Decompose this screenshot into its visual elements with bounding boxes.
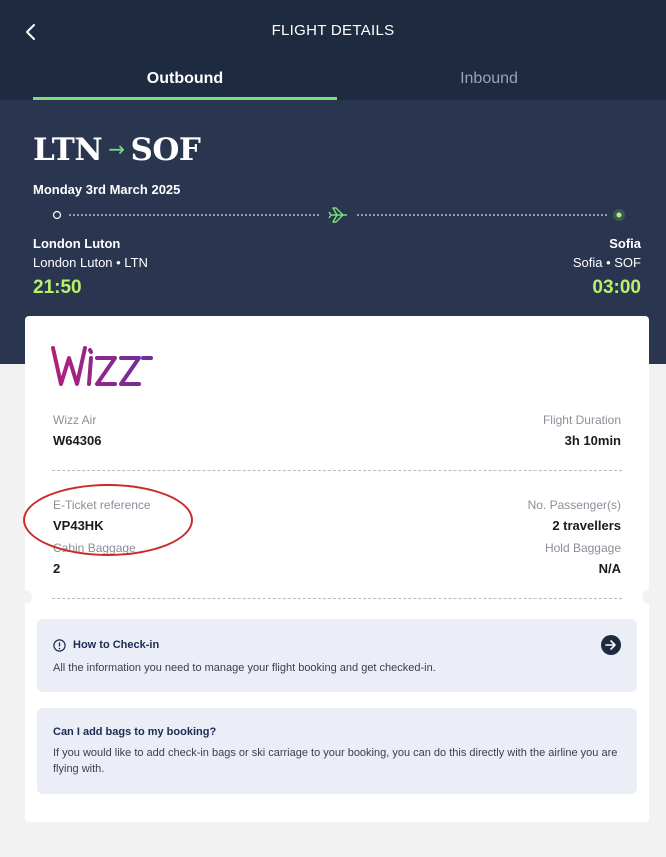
airline-label: Wizz Air bbox=[53, 413, 97, 427]
departure-time: 21:50 bbox=[33, 277, 82, 298]
destination-code: SOF bbox=[130, 132, 201, 168]
tab-inbound[interactable]: Inbound bbox=[337, 70, 641, 88]
flight-track bbox=[52, 207, 625, 223]
ticket-notch-left bbox=[18, 590, 32, 604]
duration-label: Flight Duration bbox=[542, 413, 621, 427]
origin-dot bbox=[52, 210, 62, 220]
info-icon bbox=[53, 639, 66, 652]
checkin-info-panel[interactable]: How to Check-in All the information you … bbox=[37, 619, 637, 692]
airplane-icon bbox=[328, 207, 347, 223]
flight-details-card: Wizz Air W64306 Flight Duration 3h 10min… bbox=[18, 316, 656, 822]
add-bags-panel: Can I add bags to my booking? If you wou… bbox=[37, 708, 637, 794]
app-header: FLIGHT DETAILS Outbound Inbound bbox=[0, 0, 666, 100]
flight-date: Monday 3rd March 2025 bbox=[33, 182, 181, 197]
destination-city: Sofia bbox=[609, 236, 641, 251]
add-bags-text: If you would like to add check-in bags o… bbox=[53, 747, 618, 775]
ticket-divider bbox=[52, 598, 622, 599]
destination-airport: Sofia • SOF bbox=[572, 255, 641, 270]
hold-baggage-label: Hold Baggage bbox=[544, 541, 621, 555]
flight-duration: 3h 10min bbox=[564, 433, 621, 448]
hold-baggage-value: N/A bbox=[598, 561, 621, 576]
ticket-notch-right bbox=[642, 590, 656, 604]
route-heading: LTN → SOF bbox=[33, 132, 201, 168]
passengers-label: No. Passenger(s) bbox=[527, 498, 621, 512]
flight-number: W64306 bbox=[53, 433, 102, 448]
eticket-reference: VP43HK bbox=[53, 518, 104, 533]
add-bags-title: Can I add bags to my booking? bbox=[53, 726, 217, 738]
eticket-label: E-Ticket reference bbox=[53, 498, 151, 512]
cabin-baggage-label: Cabin Baggage bbox=[53, 541, 136, 555]
origin-city: London Luton bbox=[33, 236, 121, 251]
origin-code: LTN bbox=[33, 132, 103, 168]
checkin-title: How to Check-in bbox=[73, 639, 160, 651]
divider bbox=[52, 470, 622, 471]
origin-airport: London Luton • LTN bbox=[33, 255, 148, 270]
page-title: FLIGHT DETAILS bbox=[271, 22, 395, 39]
wizz-air-logo bbox=[51, 346, 153, 386]
destination-dot bbox=[616, 212, 622, 218]
checkin-text: All the information you need to manage y… bbox=[53, 662, 436, 674]
tab-outbound[interactable]: Outbound bbox=[33, 70, 337, 88]
arrival-time: 03:00 bbox=[592, 277, 641, 298]
passenger-count: 2 travellers bbox=[552, 518, 621, 533]
arrow-right-icon[interactable] bbox=[601, 635, 621, 655]
route-arrow: → bbox=[108, 137, 125, 161]
cabin-baggage-value: 2 bbox=[53, 561, 61, 576]
